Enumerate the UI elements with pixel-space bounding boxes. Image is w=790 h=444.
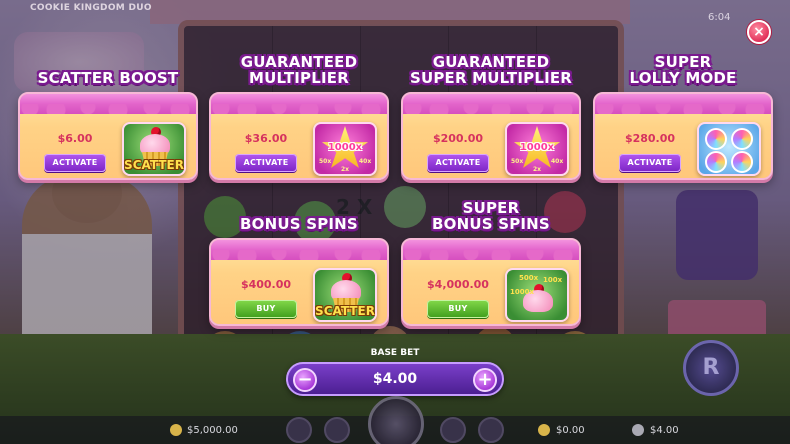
icing-drip [403, 240, 579, 260]
offer-panel: $400.00 BUY SCATTER [209, 238, 389, 326]
icing-drip [211, 94, 387, 114]
activate-button[interactable]: ACTIVATE [619, 154, 681, 172]
offer-title: SUPER LOLLY MODE [629, 53, 737, 87]
spin-button[interactable] [368, 396, 424, 444]
autoplay-button[interactable]: R [683, 340, 739, 396]
balance-value: $5,000.00 [187, 425, 238, 436]
decrease-bet-button[interactable]: − [293, 368, 317, 392]
buy-button[interactable]: BUY [235, 300, 297, 318]
offer-panel: $200.00 ACTIVATE 1000x 50x 2x 40x [401, 92, 581, 180]
activate-button[interactable]: ACTIVATE [235, 154, 297, 172]
icing-drip [20, 94, 196, 114]
offer-card-scatter-boost: SCATTER BOOST $6.00 ACTIVATE SCATTER [18, 68, 198, 180]
cupcake-multipliers-icon: 500x 100x 1000x [505, 268, 569, 322]
base-bet-label: BASE BET [370, 348, 420, 358]
offer-title: BONUS SPINS [240, 215, 358, 233]
offer-title: SUPER BONUS SPINS [432, 199, 550, 233]
coins-icon[interactable] [478, 417, 504, 443]
scatter-cupcake-icon: SCATTER [122, 122, 186, 176]
lollipops-icon [697, 122, 761, 176]
icing-drip [595, 94, 771, 114]
offer-card-super-lolly-mode: SUPER LOLLY MODE $280.00 ACTIVATE [593, 52, 773, 180]
multiplier-star-icon: 1000x 50x 2x 40x [313, 122, 377, 176]
bet-value: $4.00 [372, 371, 418, 387]
offer-price: $6.00 [57, 132, 93, 145]
bet-selector: − $4.00 + [286, 362, 504, 396]
win-icon [538, 424, 550, 436]
offer-card-guaranteed-multiplier: GUARANTEED MULTIPLIER $36.00 ACTIVATE 10… [209, 52, 389, 180]
offer-title: GUARANTEED MULTIPLIER [240, 53, 358, 87]
offer-price: $400.00 [240, 278, 292, 291]
icing-drip [403, 94, 579, 114]
activate-button[interactable]: ACTIVATE [427, 154, 489, 172]
increase-bet-button[interactable]: + [473, 368, 497, 392]
autoplay-icon: R [702, 355, 720, 380]
close-icon: × [753, 24, 765, 40]
activate-button[interactable]: ACTIVATE [44, 154, 106, 172]
offer-price: $4,000.00 [427, 278, 489, 291]
offer-price: $200.00 [432, 132, 484, 145]
offer-card-bonus-spins: BONUS SPINS $400.00 BUY SCATTER [209, 214, 389, 326]
buy-button[interactable]: BUY [427, 300, 489, 318]
offer-panel: $36.00 ACTIVATE 1000x 50x 2x 40x [209, 92, 389, 180]
offer-panel: $280.00 ACTIVATE [593, 92, 773, 180]
turbo-icon[interactable] [324, 417, 350, 443]
bet-icon [632, 424, 644, 436]
clock: 6:04 [708, 12, 731, 23]
game-title: COOKIE KINGDOM DUO [30, 3, 152, 13]
footer-bet-value: $4.00 [650, 425, 679, 436]
offer-price: $280.00 [624, 132, 676, 145]
offer-panel: $6.00 ACTIVATE SCATTER [18, 92, 198, 180]
menu-icon[interactable] [286, 417, 312, 443]
icing-drip [211, 240, 387, 260]
multiplier-star-icon: 1000x 50x 2x 40x [505, 122, 569, 176]
close-button[interactable]: × [747, 20, 771, 44]
offer-price: $36.00 [244, 132, 288, 145]
win-value: $0.00 [556, 425, 585, 436]
autospin-icon[interactable] [440, 417, 466, 443]
offer-title: GUARANTEED SUPER MULTIPLIER [409, 53, 573, 87]
offer-title: SCATTER BOOST [37, 69, 179, 87]
offer-panel: $4,000.00 BUY 500x 100x 1000x [401, 238, 581, 326]
offer-card-guaranteed-super-multiplier: GUARANTEED SUPER MULTIPLIER $200.00 ACTI… [401, 52, 581, 180]
scatter-cupcakes-icon: SCATTER [313, 268, 377, 322]
offer-card-super-bonus-spins: SUPER BONUS SPINS $4,000.00 BUY 500x 100… [401, 198, 581, 326]
balance-icon [170, 424, 182, 436]
